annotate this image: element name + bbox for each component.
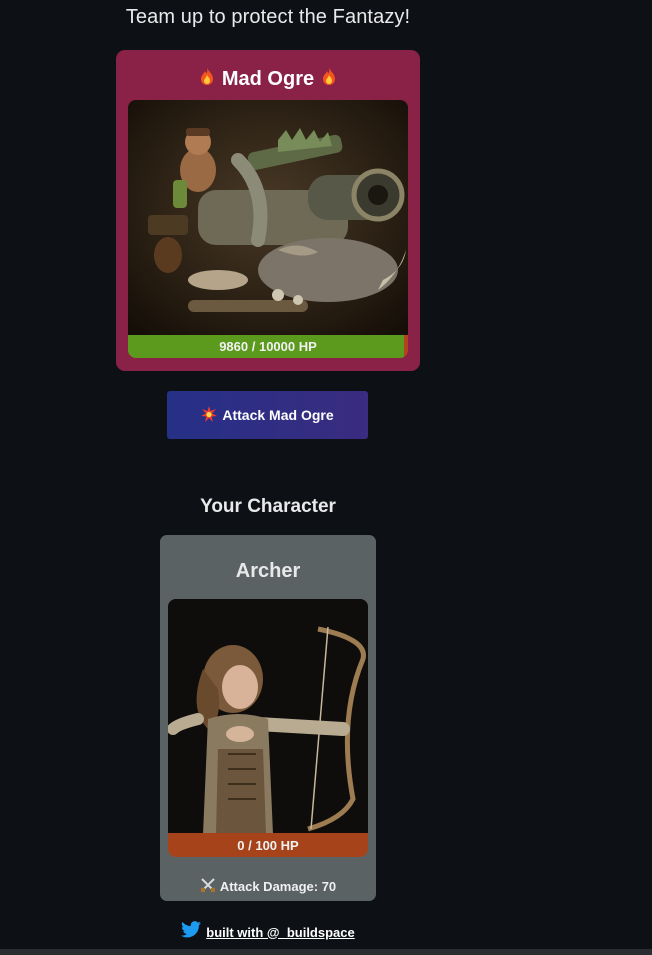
character-name: Archer (235, 560, 301, 582)
boss-title: Mad Ogre (116, 67, 420, 93)
attack-damage-label: Attack Damage: 70 (219, 879, 337, 894)
character-image (168, 599, 368, 834)
footer: built with @_buildspace (0, 921, 536, 943)
character-hp-text: 0 / 100 HP (237, 838, 299, 853)
boss-name: Mad Ogre (221, 68, 315, 90)
character-hp-bar: 0 / 100 HP (168, 833, 368, 857)
page-subtitle: Team up to protect the Fantazy! (125, 6, 411, 28)
attack-damage: Attack Damage: 70 (160, 877, 376, 896)
fire-icon (320, 67, 338, 93)
fire-icon (198, 67, 216, 93)
attack-button-label: Attack Mad Ogre (222, 407, 334, 423)
horizontal-scrollbar[interactable] (0, 949, 652, 955)
buildspace-link[interactable]: built with @_buildspace (206, 925, 354, 940)
character-card: Archer 0 / 100 HP Attack Damage: 70 (160, 535, 376, 901)
twitter-icon (181, 921, 202, 943)
crossed-swords-icon (200, 877, 216, 896)
section-title: Your Character (200, 496, 336, 517)
attack-button[interactable]: Attack Mad Ogre (167, 391, 368, 439)
boss-hp-bar: 9860 / 10000 HP (128, 335, 408, 358)
boss-hp-text: 9860 / 10000 HP (219, 339, 317, 354)
boss-image (128, 100, 408, 336)
collision-icon (201, 405, 218, 425)
boss-card: Mad Ogre 9860 / 10000 HP (116, 50, 420, 371)
